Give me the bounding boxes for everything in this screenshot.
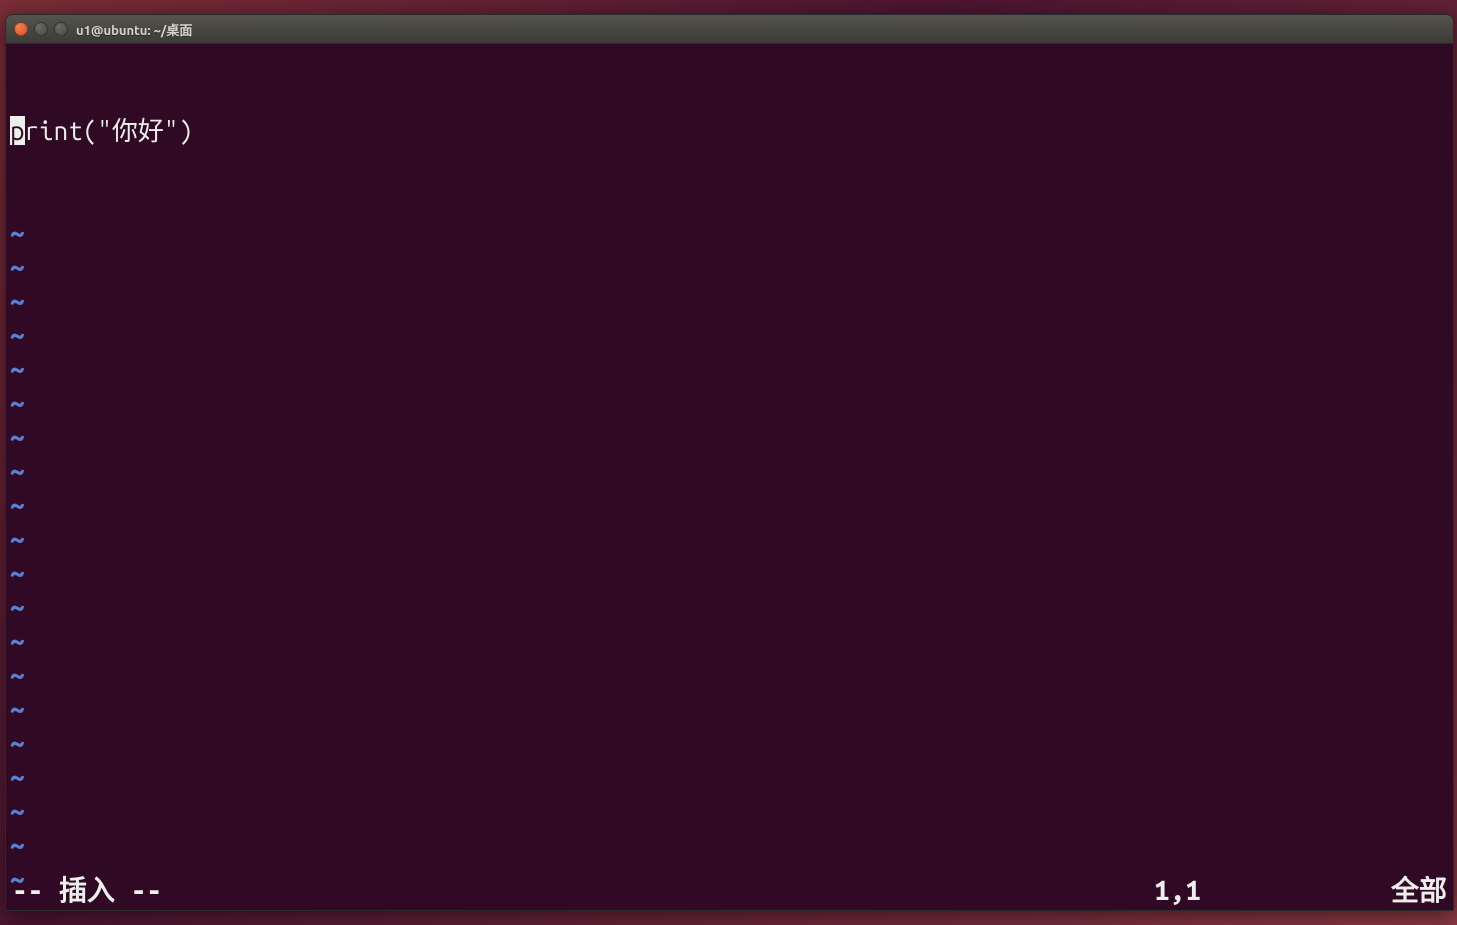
empty-line-tilde: ~ <box>10 454 1449 488</box>
empty-line-tilde: ~ <box>10 828 1449 862</box>
empty-line-tilde: ~ <box>10 624 1449 658</box>
empty-line-tilde: ~ <box>10 658 1449 692</box>
maximize-icon[interactable] <box>54 22 68 36</box>
editor-area[interactable]: print("你好") ~~~~~~~~~~~~~~~~~~~~~~ <box>6 44 1453 876</box>
terminal-window: u1@ubuntu: ~/桌面 print("你好") ~~~~~~~~~~~~… <box>5 14 1454 911</box>
empty-line-tilde: ~ <box>10 590 1449 624</box>
vim-status-line: -- 插入 -- 1,1 全部 <box>6 872 1453 910</box>
empty-line-tilde: ~ <box>10 556 1449 590</box>
cursor: p <box>10 116 25 145</box>
terminal-body[interactable]: print("你好") ~~~~~~~~~~~~~~~~~~~~~~ -- 插入… <box>6 44 1453 910</box>
empty-line-tilde: ~ <box>10 250 1449 284</box>
close-icon[interactable] <box>14 22 28 36</box>
empty-line-tilde: ~ <box>10 488 1449 522</box>
empty-line-tilde: ~ <box>10 760 1449 794</box>
empty-line-tilde: ~ <box>10 726 1449 760</box>
empty-line-tilde: ~ <box>10 352 1449 386</box>
empty-line-tilde: ~ <box>10 318 1449 352</box>
window-controls <box>14 22 68 36</box>
code-line: print("你好") <box>10 114 1449 148</box>
titlebar[interactable]: u1@ubuntu: ~/桌面 <box>6 15 1453 44</box>
minimize-icon[interactable] <box>34 22 48 36</box>
window-title: u1@ubuntu: ~/桌面 <box>76 20 192 39</box>
vim-mode: -- 插入 -- <box>12 872 162 910</box>
empty-line-tilde: ~ <box>10 386 1449 420</box>
vim-scroll-scope: 全部 <box>1391 872 1447 910</box>
empty-line-tilde: ~ <box>10 522 1449 556</box>
code-text: rint("你好") <box>25 116 193 145</box>
vim-cursor-position: 1,1 <box>1154 872 1201 910</box>
empty-line-tilde: ~ <box>10 216 1449 250</box>
empty-line-tilde: ~ <box>10 794 1449 828</box>
empty-line-tilde: ~ <box>10 420 1449 454</box>
empty-line-tilde: ~ <box>10 284 1449 318</box>
empty-line-tilde: ~ <box>10 692 1449 726</box>
